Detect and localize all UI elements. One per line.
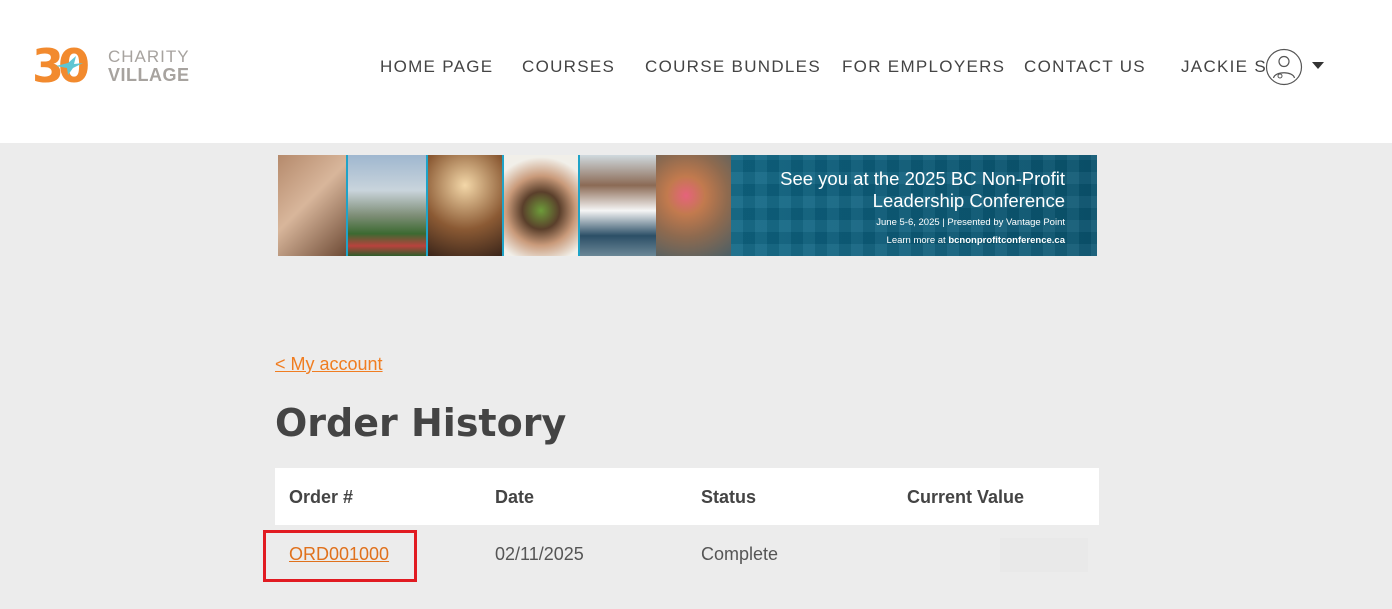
logo-word-village: VILLAGE bbox=[108, 65, 190, 85]
user-menu[interactable]: JACKIE S bbox=[1181, 48, 1331, 88]
order-link-highlight-box bbox=[263, 530, 417, 582]
nav-for-employers[interactable]: FOR EMPLOYERS bbox=[842, 56, 1005, 78]
banner-learn-more: Learn more at bcnonprofitconference.ca bbox=[887, 235, 1065, 246]
banner-headline: See you at the 2025 BC Non-Profit Leader… bbox=[780, 168, 1065, 211]
chevron-down-icon[interactable] bbox=[1312, 62, 1324, 69]
nav-home-page[interactable]: HOME PAGE bbox=[380, 56, 493, 78]
page-title: Order History bbox=[275, 401, 567, 445]
back-to-my-account-link[interactable]: < My account bbox=[275, 353, 383, 375]
order-current-value bbox=[1000, 538, 1088, 572]
charity-village-logo[interactable]: 30 CHARITY VILLAGE bbox=[32, 40, 202, 92]
column-header-order: Order # bbox=[289, 487, 354, 507]
column-header-current-value: Current Value bbox=[907, 487, 1025, 507]
user-avatar-icon[interactable] bbox=[1265, 48, 1303, 86]
banner-dates: June 5-6, 2025 | Presented by Vantage Po… bbox=[876, 217, 1065, 228]
order-date: 02/11/2025 bbox=[495, 544, 584, 564]
nav-course-bundles[interactable]: COURSE BUNDLES bbox=[645, 56, 821, 78]
banner-photo-puzzle bbox=[656, 155, 731, 256]
user-name: JACKIE S bbox=[1181, 57, 1267, 76]
nav-contact-us[interactable]: CONTACT US bbox=[1024, 56, 1146, 78]
column-header-date: Date bbox=[495, 487, 535, 507]
banner-photo-seedling bbox=[502, 155, 578, 256]
nav-courses[interactable]: COURSES bbox=[522, 56, 615, 78]
order-status: Complete bbox=[701, 544, 779, 564]
table-header: Order # Date Status Current Value bbox=[275, 468, 1099, 525]
logo-word-charity: CHARITY bbox=[108, 47, 190, 66]
banner-photo-woman bbox=[578, 155, 656, 256]
site-header: 30 CHARITY VILLAGE HOME PAGE COURSES COU… bbox=[0, 0, 1392, 143]
column-header-status: Status bbox=[701, 487, 757, 507]
banner-learn-more-prefix: Learn more at bbox=[886, 235, 949, 246]
banner-photo-toast bbox=[426, 155, 502, 256]
hummingbird-icon bbox=[56, 56, 83, 75]
conference-banner[interactable]: See you at the 2025 BC Non-Profit Leader… bbox=[278, 155, 1097, 256]
banner-text-area: See you at the 2025 BC Non-Profit Leader… bbox=[731, 155, 1097, 256]
banner-photo-building bbox=[346, 155, 426, 256]
banner-website: bcnonprofitconference.ca bbox=[948, 235, 1065, 246]
banner-photo-hands bbox=[278, 155, 346, 256]
